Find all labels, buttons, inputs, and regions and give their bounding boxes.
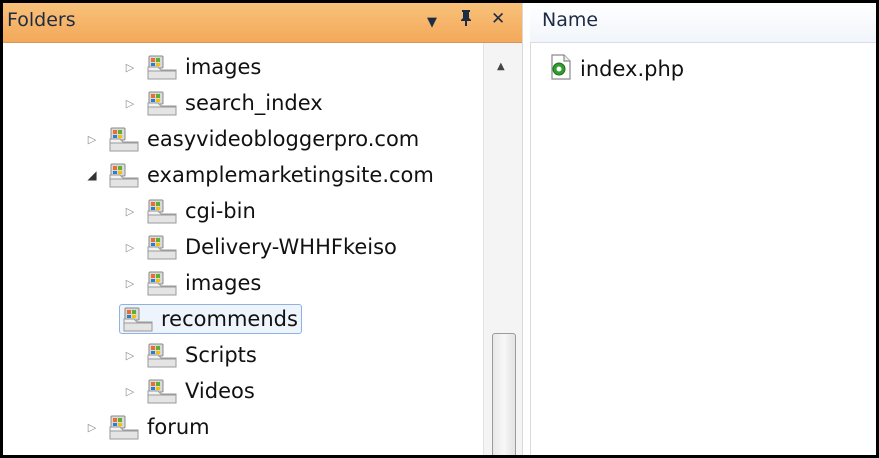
tree-item-images[interactable]: ▷ images — [123, 265, 261, 301]
name-column-header[interactable]: Name — [530, 3, 876, 43]
folders-header: Folders ▼ ✕ — [3, 3, 522, 43]
tree-item-label: easyvideobloggerpro.com — [147, 127, 420, 151]
collapsed-arrow-icon[interactable]: ▷ — [123, 276, 137, 290]
tree-item-images[interactable]: ▷ images — [123, 49, 261, 85]
collapsed-arrow-icon[interactable]: ▷ — [123, 204, 137, 218]
folder-icon — [147, 233, 185, 261]
vertical-scrollbar[interactable]: ▲ — [483, 43, 522, 455]
folder-icon — [109, 413, 147, 441]
collapsed-arrow-icon[interactable]: ▷ — [123, 384, 137, 398]
tree-item-label: examplemarketingsite.com — [147, 163, 434, 187]
pane-dropdown-icon[interactable]: ▼ — [427, 13, 437, 33]
collapsed-arrow-icon[interactable]: ▷ — [123, 60, 137, 74]
collapsed-arrow-icon[interactable]: ▷ — [123, 240, 137, 254]
tree-item-label: images — [185, 271, 262, 295]
folder-icon — [147, 377, 185, 405]
tree-item-label: Videos — [185, 379, 255, 403]
tree-item-label: Delivery-WHHFkeiso — [185, 235, 397, 259]
file-row[interactable]: index.php — [550, 54, 684, 84]
file-name: index.php — [580, 57, 685, 81]
folder-icon — [147, 197, 185, 225]
collapsed-arrow-icon[interactable]: ▷ — [85, 132, 99, 146]
collapsed-arrow-icon[interactable]: ▷ — [85, 420, 99, 434]
folder-tree: ▷ images ▷ search_index ▷ easyvideobloggerpro… — [3, 43, 483, 455]
folders-pane: Folders ▼ ✕ ▷ images ▷ search_index ▷ easyvid… — [3, 3, 522, 455]
folder-icon — [147, 89, 185, 117]
folder-icon — [123, 305, 161, 333]
file-manager-window: Folders ▼ ✕ ▷ images ▷ search_index ▷ easyvid… — [3, 3, 876, 455]
tree-item-examplemarketingsite-com[interactable]: ◢ examplemarketingsite.com — [85, 157, 434, 193]
folders-title: Folders — [7, 9, 76, 31]
php-file-icon — [550, 54, 580, 84]
tree-item-forum[interactable]: ▷ forum — [85, 409, 210, 445]
close-pane-icon[interactable]: ✕ — [491, 9, 505, 29]
scroll-thumb[interactable] — [492, 333, 516, 455]
tree-item-cgi-bin[interactable]: ▷ cgi-bin — [123, 193, 256, 229]
tree-item-label: recommends — [161, 307, 298, 331]
folder-icon — [147, 269, 185, 297]
tree-item-scripts[interactable]: ▷ Scripts — [123, 337, 257, 373]
tree-item-label: forum — [147, 415, 210, 439]
tree-item-label: cgi-bin — [185, 199, 256, 223]
tree-item-label: search_index — [185, 91, 323, 115]
name-column-label: Name — [542, 9, 599, 31]
collapsed-arrow-icon[interactable]: ▷ — [123, 348, 137, 362]
tree-item-label: images — [185, 55, 262, 79]
folder-icon — [109, 161, 147, 189]
pin-icon[interactable] — [459, 9, 473, 32]
scroll-up-arrow-icon[interactable]: ▲ — [497, 61, 505, 72]
tree-item-label: Scripts — [185, 343, 257, 367]
folder-icon — [109, 125, 147, 153]
tree-item-search-index[interactable]: ▷ search_index — [123, 85, 323, 121]
files-pane: Name index.php — [530, 3, 876, 455]
tree-item-easyvideobloggerpro-com[interactable]: ▷ easyvideobloggerpro.com — [85, 121, 419, 157]
tree-item-recommends[interactable]: recommends — [97, 301, 302, 337]
tree-item-delivery-whhfkeiso[interactable]: ▷ Delivery-WHHFkeiso — [123, 229, 397, 265]
expanded-arrow-icon[interactable]: ◢ — [85, 168, 99, 182]
tree-item-videos[interactable]: ▷ Videos — [123, 373, 255, 409]
collapsed-arrow-icon[interactable]: ▷ — [123, 96, 137, 110]
folder-icon — [147, 341, 185, 369]
folder-icon — [147, 53, 185, 81]
